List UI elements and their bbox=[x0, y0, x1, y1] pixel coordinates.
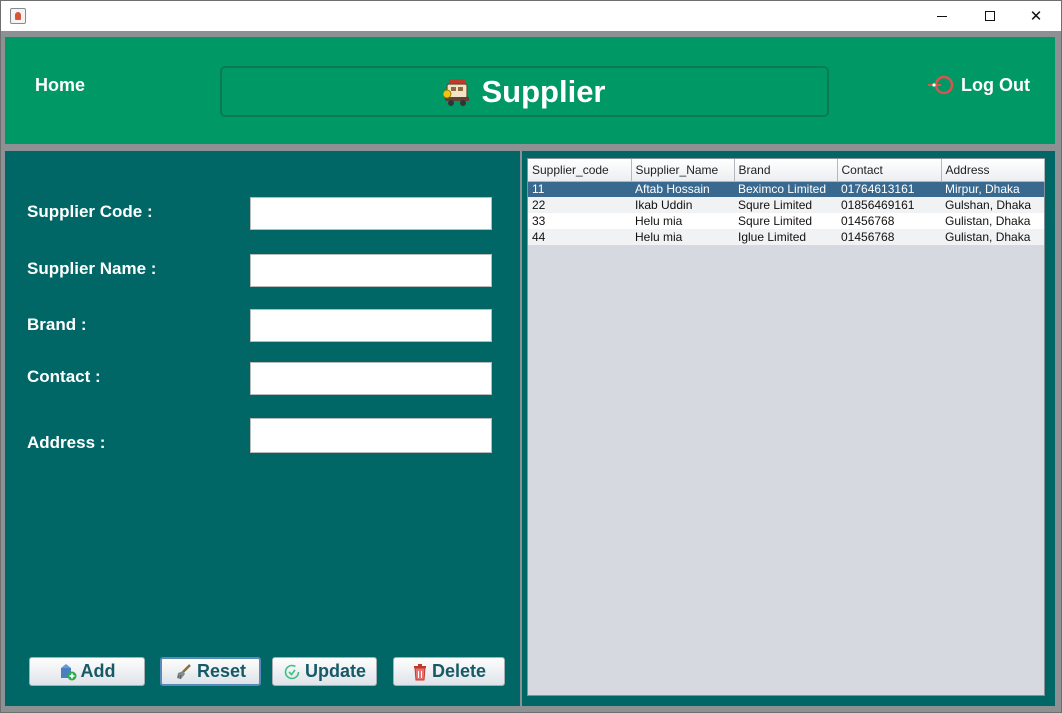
contact-input[interactable] bbox=[250, 362, 492, 395]
cell-supplier-name: Helu mia bbox=[635, 214, 683, 228]
update-button[interactable]: Update bbox=[272, 657, 377, 686]
supplier-icon bbox=[443, 78, 470, 106]
address-label: Address : bbox=[27, 433, 106, 452]
reset-button[interactable]: Reset bbox=[160, 657, 261, 686]
supplier-code-label: Supplier Code : bbox=[27, 202, 153, 221]
cell-supplier-name: Helu mia bbox=[635, 230, 683, 244]
cell-supplier-name: Aftab Hossain bbox=[635, 182, 710, 197]
table-row[interactable]: 22 Ikab Uddin Squre Limited 01856469161 … bbox=[528, 197, 1044, 213]
refresh-check-icon bbox=[284, 664, 300, 679]
cell-supplier-code: 33 bbox=[532, 214, 546, 228]
maximize-button[interactable] bbox=[967, 1, 1013, 31]
cell-contact: 01764613161 bbox=[841, 182, 915, 197]
cell-address: Gulistan, Dhaka bbox=[945, 214, 1031, 228]
cell-brand: Squre Limited bbox=[738, 214, 813, 228]
title-bar: ✕ bbox=[1, 1, 1061, 31]
brush-icon bbox=[176, 663, 191, 679]
supplier-table-panel: Supplier_code Supplier_Name Brand Contac… bbox=[522, 151, 1055, 706]
minimize-icon bbox=[937, 15, 947, 17]
table-header-row: Supplier_code Supplier_Name Brand Contac… bbox=[528, 159, 1045, 182]
cell-address: Gulistan, Dhaka bbox=[945, 230, 1031, 244]
cell-contact: 01856469161 bbox=[841, 198, 915, 212]
cell-brand: Iglue Limited bbox=[738, 230, 807, 244]
cell-contact: 01456768 bbox=[841, 214, 895, 228]
home-link[interactable]: Home bbox=[35, 75, 85, 96]
trash-icon bbox=[413, 663, 426, 680]
cell-address: Mirpur, Dhaka bbox=[945, 182, 1020, 197]
column-header-brand[interactable]: Brand bbox=[734, 159, 838, 182]
supplier-name-label: Supplier Name : bbox=[27, 259, 157, 278]
close-icon: ✕ bbox=[1029, 7, 1043, 25]
cell-supplier-code: 11 bbox=[532, 182, 545, 197]
cell-brand: Beximco Limited bbox=[738, 182, 827, 197]
update-button-label: Update bbox=[304, 661, 366, 681]
cell-brand: Squre Limited bbox=[738, 198, 813, 212]
header-bar: Home Supplier Log Out bbox=[5, 37, 1055, 144]
logout-icon bbox=[928, 75, 954, 95]
content-area: Home Supplier Log Out Supplier Code: Su… bbox=[1, 31, 1061, 712]
cell-address: Gulshan, Dhaka bbox=[945, 198, 1032, 212]
title-panel: Supplier bbox=[220, 66, 829, 117]
cell-supplier-code: 44 bbox=[532, 230, 546, 244]
column-header-supplier-code[interactable]: Supplier_code bbox=[528, 159, 632, 182]
address-input[interactable] bbox=[250, 418, 492, 453]
table-row[interactable]: 11 Aftab Hossain Beximco Limited 0176461… bbox=[528, 181, 1044, 197]
supplier-table: Supplier_code Supplier_Name Brand Contac… bbox=[528, 159, 1045, 245]
brand-input[interactable] bbox=[250, 309, 492, 342]
logout-label: Log Out bbox=[961, 74, 1030, 95]
brand-label: Brand : bbox=[27, 315, 87, 334]
column-header-address[interactable]: Address bbox=[941, 159, 1045, 182]
logout-button[interactable]: Log Out bbox=[927, 74, 1030, 96]
cell-contact: 01456768 bbox=[841, 230, 895, 244]
java-app-icon bbox=[10, 8, 26, 24]
close-button[interactable]: ✕ bbox=[1013, 1, 1059, 31]
column-header-contact[interactable]: Contact bbox=[837, 159, 942, 182]
add-button-label: Add bbox=[80, 661, 116, 681]
supplier-form-panel: Supplier Code : Supplier Name : Brand : … bbox=[5, 151, 520, 706]
supplier-code-input[interactable] bbox=[250, 197, 492, 230]
table-row[interactable]: 33 Helu mia Squre Limited 01456768 Gulis… bbox=[528, 213, 1044, 229]
add-button[interactable]: Add bbox=[29, 657, 145, 686]
table-row[interactable]: 44 Helu mia Iglue Limited 01456768 Gulis… bbox=[528, 229, 1044, 245]
add-icon bbox=[60, 663, 76, 680]
delete-button-label: Delete bbox=[431, 661, 487, 681]
table-scroll-area[interactable]: Supplier_code Supplier_Name Brand Contac… bbox=[527, 158, 1045, 696]
supplier-name-input[interactable] bbox=[250, 254, 492, 287]
column-header-supplier-name[interactable]: Supplier_Name bbox=[631, 159, 735, 182]
maximize-icon bbox=[985, 11, 995, 21]
page-title: Supplier bbox=[481, 73, 606, 109]
cell-supplier-code: 22 bbox=[532, 198, 546, 212]
delete-button[interactable]: Delete bbox=[393, 657, 505, 686]
contact-label: Contact : bbox=[27, 367, 101, 386]
app-window: ✕ Home Supplier Log Out Supplier Code: … bbox=[0, 0, 1062, 713]
reset-button-label: Reset bbox=[196, 661, 247, 681]
cell-supplier-name: Ikab Uddin bbox=[635, 198, 693, 212]
minimize-button[interactable] bbox=[919, 1, 965, 31]
